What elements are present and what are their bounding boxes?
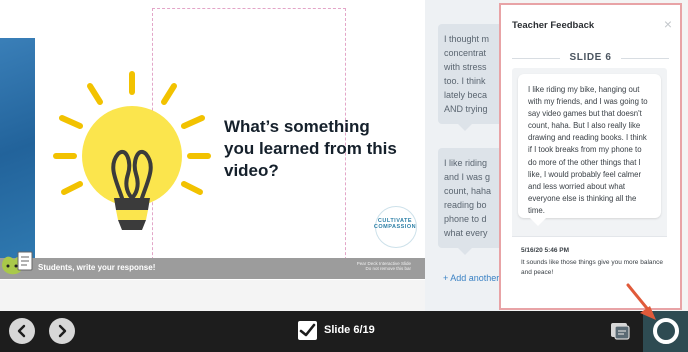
response-line: do more of the other things that I <box>528 157 641 167</box>
feedback-ring-icon[interactable] <box>653 318 679 344</box>
response-line: if I took breaks from my phone to <box>528 145 642 155</box>
feedback-thread: I like riding my bike, hanging out with … <box>512 68 667 301</box>
slide-counter: Slide 6/19 <box>324 324 375 336</box>
slide-question: What’s something you learned from this v… <box>224 117 397 180</box>
feedback-text: It sounds like those things give you mor… <box>521 258 664 278</box>
next-slide-button[interactable] <box>49 318 75 344</box>
panel-slide-label: SLIDE 6 <box>569 52 612 63</box>
checkmark-icon <box>299 323 316 337</box>
slides-overview-icon[interactable] <box>609 320 631 342</box>
chevron-right-icon <box>58 324 67 338</box>
chevron-left-icon <box>17 324 26 338</box>
response-line: count, haha. But I also really like <box>528 121 641 131</box>
slide-meta: Pear Deck Interactive Slide Do not remov… <box>357 261 411 271</box>
student-response-bubble: I like riding my bike, hanging out with … <box>518 74 661 226</box>
student-prompt: Students, write your response! <box>38 263 156 272</box>
teacher-feedback-entry: 5/16/20 5:46 PM It sounds like those thi… <box>512 236 667 301</box>
feedback-line: and peace! <box>521 269 554 276</box>
responses-column: I thought m concentrat with stress too. … <box>425 0 518 311</box>
badge-label: CULTIVATE COMPASSION <box>373 218 417 230</box>
feedback-timestamp: 5/16/20 5:46 PM <box>521 247 570 254</box>
slide-meta-line2: Do not remove this bar <box>365 266 411 271</box>
previous-slide-button[interactable] <box>9 318 35 344</box>
response-line: like, I would probably feel calmer <box>528 169 642 179</box>
response-line: everyone else is thinking all the <box>528 193 637 203</box>
slide-canvas: What’s something you learned from this v… <box>0 0 425 280</box>
response-line: I like riding my bike, hanging out <box>528 85 640 94</box>
lightbulb-illustration <box>53 71 211 230</box>
student-response-text: I like riding my bike, hanging out with … <box>528 84 654 217</box>
response-line: and less worried about what <box>528 181 626 191</box>
response-line: time. <box>528 205 545 215</box>
background-image-strip <box>0 38 35 260</box>
pear-mascot-icon <box>2 251 33 275</box>
presentation-stage: What’s something you learned from this v… <box>0 0 688 311</box>
close-icon[interactable]: × <box>664 17 672 31</box>
teacher-feedback-panel: Teacher Feedback × SLIDE 6 I like riding… <box>499 3 682 310</box>
response-line: say video games but that doesn't <box>528 109 642 119</box>
panel-title: Teacher Feedback <box>512 20 595 31</box>
response-line: drawing and reading books. I think <box>528 133 647 143</box>
slide-complete-checkbox[interactable] <box>298 321 317 340</box>
response-line: with my friends, and I was going to <box>528 97 648 107</box>
feedback-line: It sounds like those things give you mor… <box>521 259 664 266</box>
bottom-toolbar: Slide 6/19 <box>0 311 688 352</box>
add-response-link[interactable]: + Add another r <box>443 273 505 283</box>
